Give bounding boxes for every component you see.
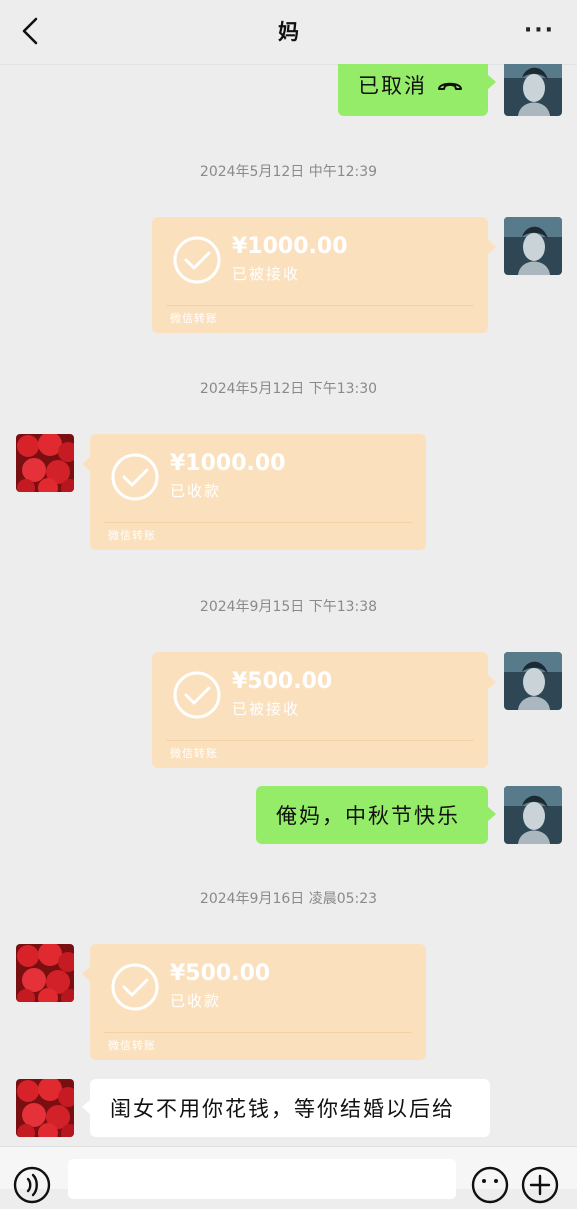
transfer-amount: ¥500.00 [232, 669, 333, 694]
mom-avatar[interactable] [16, 434, 74, 492]
transfer-footer: 微信转账 [170, 312, 218, 325]
transfer-card[interactable]: ¥500.00 已收款 微信转账 [82, 944, 426, 1060]
check-circle-icon [173, 236, 221, 284]
message-bubble[interactable]: 俺妈，中秋节快乐 [256, 786, 496, 844]
divider [166, 305, 474, 306]
transfer-card[interactable]: ¥1000.00 已收款 微信转账 [82, 434, 426, 550]
check-circle-icon [111, 453, 159, 501]
transfer-footer: 微信转账 [108, 529, 156, 542]
timestamp: 2024年9月16日 凌晨05:23 [199, 891, 378, 907]
message-text: 已取消 [358, 74, 427, 98]
divider [166, 740, 474, 741]
timestamp: 2024年9月15日 下午13:38 [199, 599, 378, 615]
chat-list[interactable]: 已取消 2024年5月12日 中午12:39 ¥1000.00 已被接收 微信转… [0, 64, 577, 1146]
timestamp: 2024年5月12日 下午13:30 [199, 381, 378, 397]
message-text: 闺女不用你花钱，等你结婚以后给 [110, 1097, 455, 1121]
emoji-icon [471, 1166, 509, 1204]
message-text: 俺妈，中秋节快乐 [276, 804, 460, 828]
my-avatar[interactable] [504, 64, 562, 116]
transfer-footer: 微信转账 [108, 1039, 156, 1052]
transfer-status: 已被接收 [232, 265, 301, 283]
transfer-status: 已被接收 [232, 700, 301, 718]
plus-icon [521, 1166, 559, 1204]
transfer-amount: ¥1000.00 [170, 451, 286, 476]
input-bar [0, 1146, 577, 1204]
message-input[interactable] [68, 1159, 456, 1199]
message-bubble[interactable]: 闺女不用你花钱，等你结婚以后给 [82, 1079, 490, 1137]
call-cancelled-bubble[interactable]: 已取消 [338, 64, 496, 116]
top-bar: 妈 ··· [0, 0, 577, 65]
transfer-footer: 微信转账 [170, 747, 218, 760]
divider [104, 522, 412, 523]
my-avatar[interactable] [504, 786, 562, 844]
voice-button[interactable] [12, 1165, 52, 1205]
transfer-amount: ¥1000.00 [232, 234, 348, 259]
transfer-status: 已收款 [170, 482, 222, 500]
check-circle-icon [173, 671, 221, 719]
transfer-card[interactable]: ¥500.00 已被接收 微信转账 [152, 652, 496, 768]
my-avatar[interactable] [504, 217, 562, 275]
chat-title: 妈 [278, 20, 299, 44]
emoji-button[interactable] [470, 1165, 510, 1205]
my-avatar[interactable] [504, 652, 562, 710]
divider [104, 1032, 412, 1033]
phone-hangup-icon [437, 73, 463, 97]
more-button[interactable]: ··· [524, 18, 555, 43]
timestamp: 2024年5月12日 中午12:39 [199, 164, 378, 180]
transfer-amount: ¥500.00 [170, 961, 271, 986]
plus-button[interactable] [520, 1165, 560, 1205]
mom-avatar[interactable] [16, 1079, 74, 1137]
transfer-status: 已收款 [170, 992, 222, 1010]
voice-icon [13, 1166, 51, 1204]
mom-avatar[interactable] [16, 944, 74, 1002]
transfer-card[interactable]: ¥1000.00 已被接收 微信转账 [152, 217, 496, 333]
check-circle-icon [111, 963, 159, 1011]
